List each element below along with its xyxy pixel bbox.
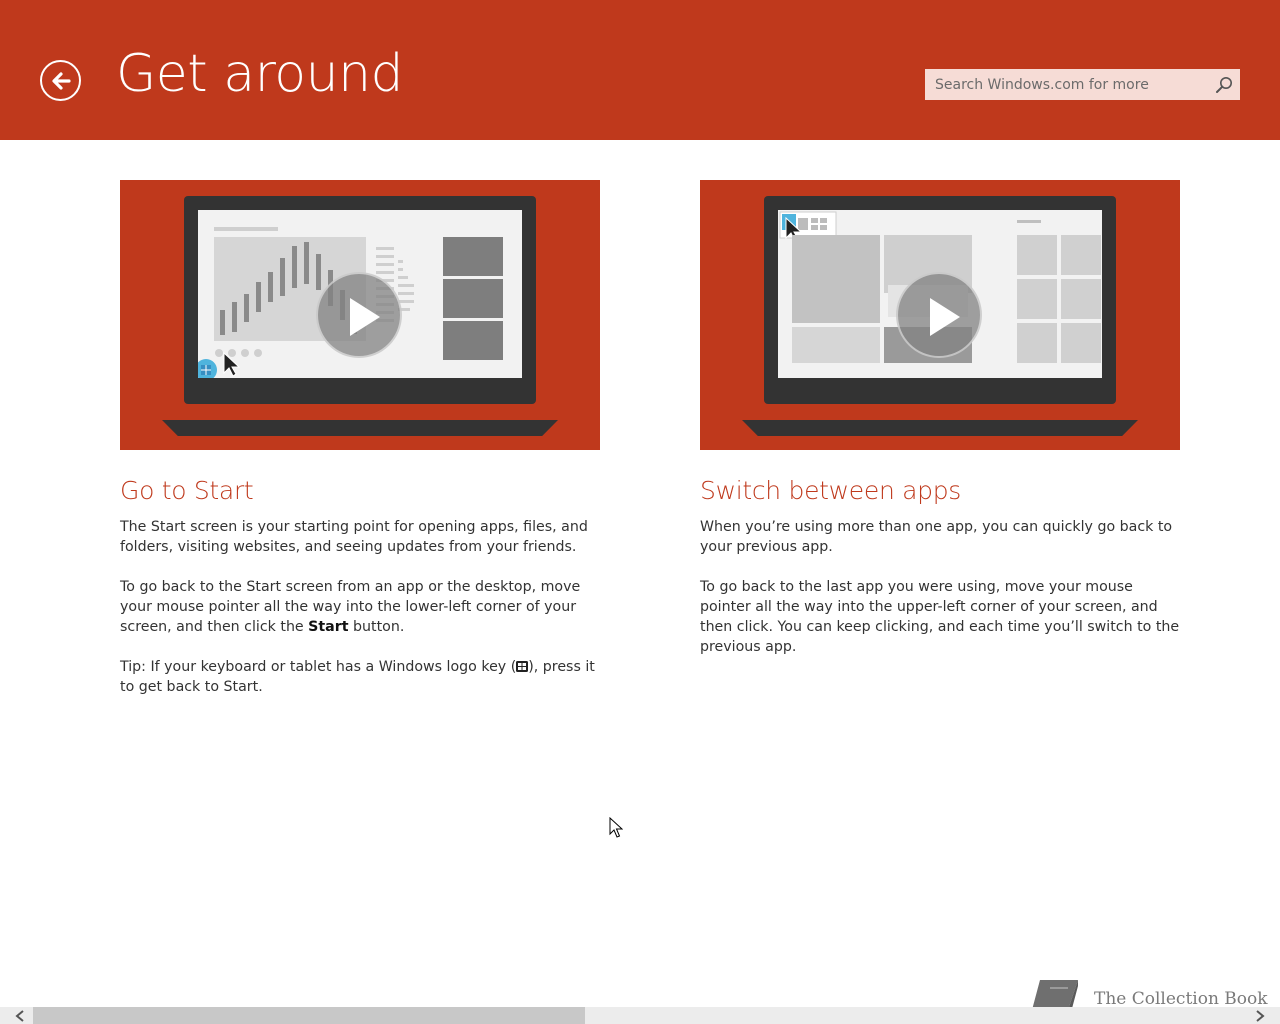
video-go-to-start[interactable] — [120, 180, 600, 450]
watermark-text: The Collection Book — [1094, 989, 1268, 1009]
scroll-right-icon[interactable] — [1252, 1008, 1268, 1024]
play-icon — [350, 298, 380, 336]
play-button[interactable] — [896, 272, 982, 358]
scroll-thumb[interactable] — [33, 1007, 585, 1024]
card-paragraph: When you’re using more than one app, you… — [700, 519, 1173, 555]
card-switch-between-apps: Switch between apps When you’re using mo… — [700, 180, 1180, 677]
card-go-to-start: Go to Start The Start screen is your sta… — [120, 180, 600, 717]
card-tip: Tip: If your keyboard or tablet has a Wi… — [120, 659, 595, 695]
card-paragraph: The Start screen is your starting point … — [120, 519, 588, 555]
search-input[interactable] — [925, 69, 1205, 100]
mouse-cursor-icon — [609, 817, 623, 838]
windows-logo-icon — [516, 661, 529, 672]
card-body: When you’re using more than one app, you… — [700, 517, 1180, 657]
header-bar: Get around — [0, 0, 1280, 140]
card-paragraph: To go back to the last app you were usin… — [700, 579, 1180, 655]
search-box — [925, 69, 1240, 100]
card-paragraph: To go back to the Start screen from an a… — [120, 579, 581, 635]
back-button[interactable] — [40, 60, 81, 101]
card-title: Switch between apps — [700, 476, 962, 505]
card-body: The Start screen is your starting point … — [120, 517, 600, 697]
horizontal-scrollbar[interactable] — [0, 1007, 1280, 1024]
card-title: Go to Start — [120, 476, 254, 505]
search-icon — [1216, 77, 1232, 93]
video-switch-between-apps[interactable] — [700, 180, 1180, 450]
laptop-base — [742, 420, 1138, 436]
back-arrow-icon — [52, 72, 71, 90]
play-icon — [930, 298, 960, 336]
scroll-left-icon[interactable] — [12, 1008, 28, 1024]
play-button[interactable] — [316, 272, 402, 358]
laptop-base — [162, 420, 558, 436]
search-button[interactable] — [1214, 75, 1234, 95]
page-title: Get around — [116, 44, 404, 104]
